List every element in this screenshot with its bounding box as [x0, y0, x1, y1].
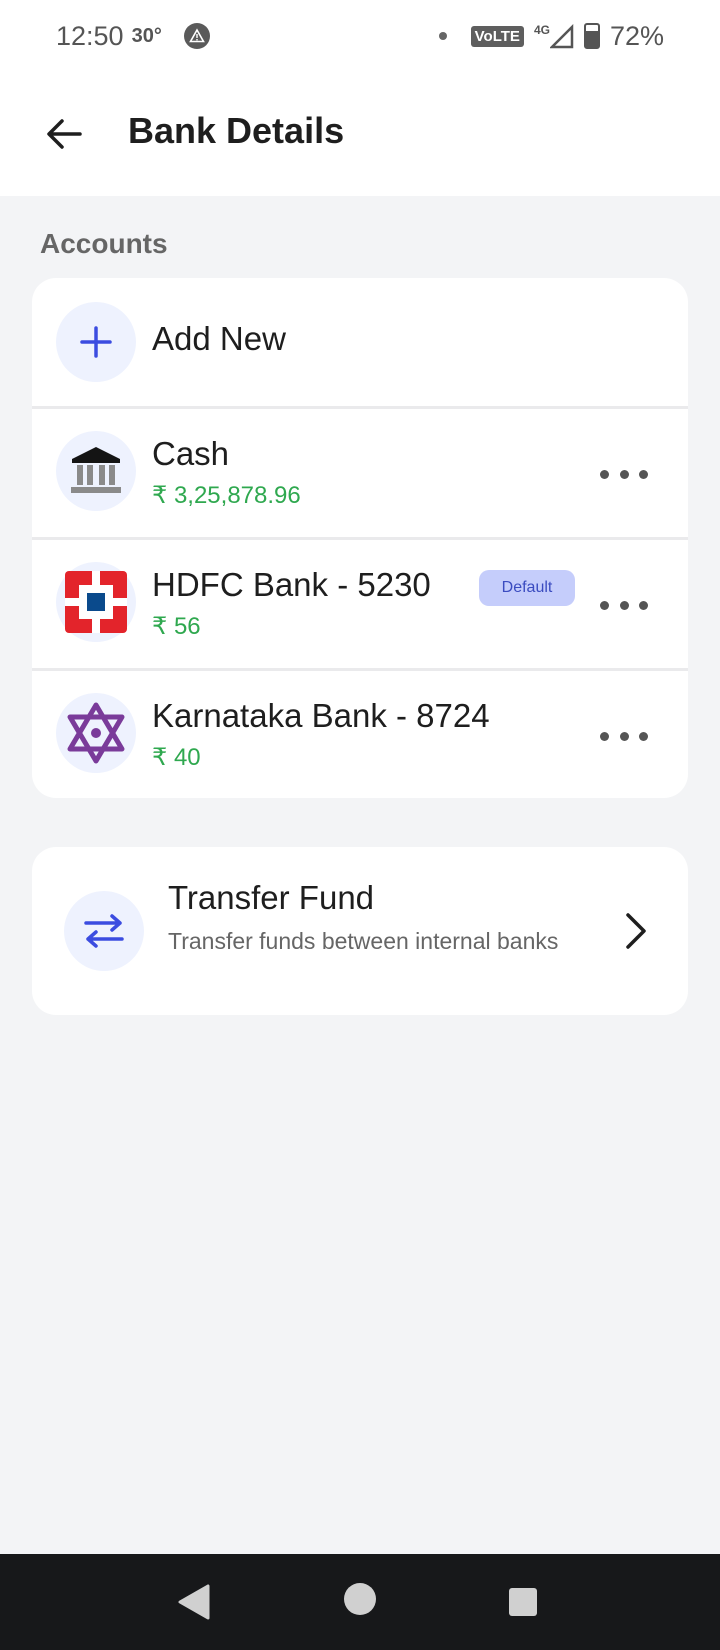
account-name: Karnataka Bank - 8724	[152, 697, 490, 734]
account-balance: ₹ 56	[152, 613, 201, 640]
status-bar: 12:50 30° VoLTE 4G 72%	[0, 0, 720, 72]
nav-home-icon[interactable]	[343, 1582, 377, 1616]
account-row-cash[interactable]: Cash ₹ 3,25,878.96	[32, 406, 688, 536]
swap-arrows-icon	[64, 891, 144, 971]
more-dot	[639, 469, 648, 479]
signal-icon: 4G	[534, 23, 574, 49]
page-title: Bank Details	[128, 110, 345, 151]
hdfc-logo-icon	[56, 562, 136, 642]
nav-back-icon[interactable]	[176, 1582, 212, 1622]
system-navigation-bar	[0, 1554, 720, 1650]
nav-recents-icon[interactable]	[508, 1587, 538, 1617]
status-left: 12:50 30°	[56, 21, 210, 52]
status-right: VoLTE 4G 72%	[438, 20, 664, 52]
status-temperature: 30°	[131, 24, 162, 47]
battery-icon	[583, 23, 600, 49]
add-new-account-button[interactable]: Add New	[32, 278, 688, 406]
more-options-button[interactable]	[600, 716, 648, 756]
back-button[interactable]	[36, 106, 92, 162]
arrow-left-icon	[47, 119, 82, 149]
more-dot	[639, 731, 648, 741]
more-dot	[600, 731, 609, 741]
more-dot	[619, 469, 629, 479]
plus-icon	[56, 302, 136, 382]
warning-icon	[183, 23, 210, 49]
more-options-button[interactable]	[600, 454, 648, 494]
transfer-fund-button[interactable]: Transfer Fund Transfer funds between int…	[32, 847, 688, 1015]
default-badge: Default	[479, 570, 575, 606]
account-row-karnataka[interactable]: Karnataka Bank - 8724 ₹ 40	[32, 668, 688, 798]
account-name: Cash	[152, 435, 230, 472]
status-time: 12:50	[56, 20, 124, 51]
more-dot	[600, 600, 609, 610]
volte-badge: VoLTE	[470, 25, 524, 47]
more-dot	[619, 731, 629, 741]
accounts-card: Add New Cash ₹ 3,25,878.96 HDFC Bank - 5…	[32, 278, 688, 798]
account-row-hdfc[interactable]: HDFC Bank - 5230 Default ₹ 56	[32, 537, 688, 667]
accounts-section-label: Accounts	[40, 228, 168, 259]
transfer-fund-title: Transfer Fund	[168, 879, 375, 916]
bank-building-icon	[56, 431, 136, 511]
chevron-right-icon	[626, 913, 646, 949]
notification-dot-icon	[438, 32, 447, 40]
network-type: 4G	[533, 23, 550, 37]
more-options-button[interactable]	[600, 585, 648, 625]
more-dot	[639, 600, 648, 610]
more-dot	[619, 600, 629, 610]
battery-percent: 72%	[609, 20, 664, 51]
transfer-fund-description: Transfer funds between internal banks	[168, 928, 559, 954]
account-name: HDFC Bank - 5230	[152, 566, 431, 603]
account-balance: ₹ 3,25,878.96	[152, 482, 301, 509]
app-bar: Bank Details	[0, 72, 720, 196]
karnataka-bank-logo-icon	[56, 693, 136, 773]
account-balance: ₹ 40	[152, 744, 201, 771]
more-dot	[600, 469, 609, 479]
add-new-label: Add New	[152, 320, 286, 357]
